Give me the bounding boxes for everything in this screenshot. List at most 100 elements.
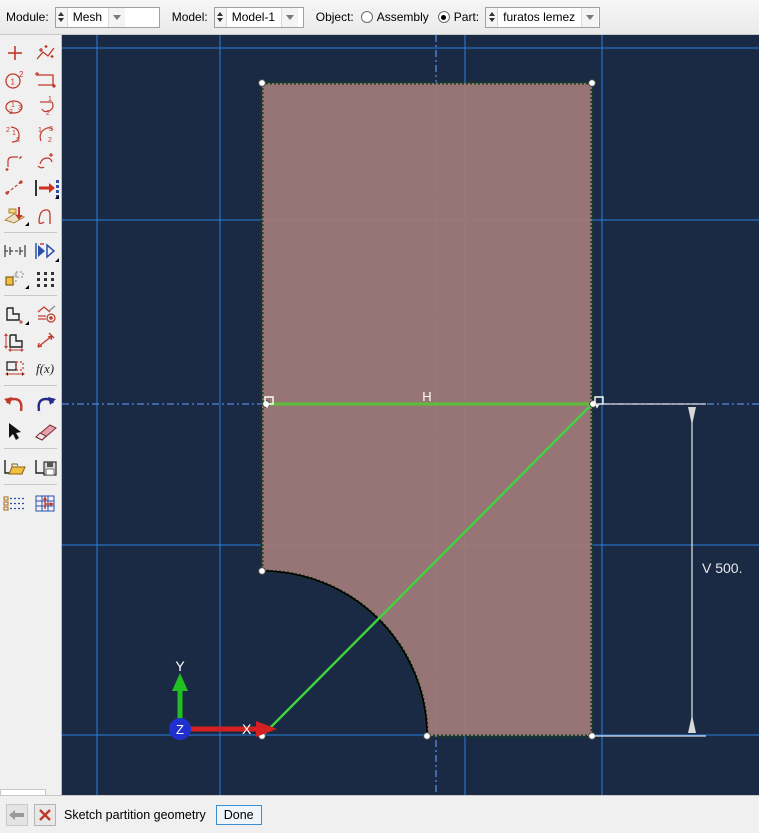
part-spinner[interactable]: [486, 7, 499, 27]
toolbox-row: [0, 417, 61, 444]
query-mesh-icon[interactable]: [31, 300, 62, 327]
module-combo[interactable]: Mesh: [54, 6, 160, 28]
cancel-x-icon[interactable]: [34, 803, 56, 826]
erase-icon[interactable]: [31, 417, 62, 444]
done-button[interactable]: Done: [215, 804, 262, 825]
toolbox-row: [0, 39, 61, 66]
object-label: Object:: [315, 10, 354, 24]
extrude-face-icon[interactable]: [0, 201, 31, 228]
mesh-part-icon[interactable]: [31, 264, 62, 291]
toolbox-row: 1 2 3 1 2: [0, 93, 61, 120]
prompt-message: Sketch partition geometry: [64, 807, 206, 822]
horizontal-constraint-label: H: [422, 389, 431, 404]
toolbox-row: [0, 489, 61, 516]
svg-text:1: 1: [38, 127, 42, 134]
svg-text:1: 1: [11, 77, 16, 86]
toolbox-separator: [4, 448, 57, 449]
undo-icon[interactable]: [0, 390, 31, 417]
svg-text:f(x): f(x): [36, 361, 54, 376]
svg-text:1: 1: [11, 102, 15, 109]
open-file-icon[interactable]: [0, 453, 31, 480]
svg-text:3: 3: [49, 126, 53, 133]
svg-text:3: 3: [18, 105, 22, 112]
part-combo[interactable]: furatos lemez: [485, 6, 601, 28]
toolbox-row: [0, 453, 61, 480]
vertex: [258, 567, 266, 575]
part-radio[interactable]: [437, 11, 450, 23]
toolbox-row: [0, 390, 61, 417]
chevron-down-icon[interactable]: [108, 7, 126, 27]
create-datum-point-offset-icon[interactable]: [31, 39, 62, 66]
grid-view-icon[interactable]: [31, 489, 62, 516]
part-value: furatos lemez: [503, 10, 576, 24]
module-value: Mesh: [72, 10, 103, 24]
model-label: Model:: [171, 10, 208, 24]
vertex: [588, 79, 596, 87]
toolbox-row: [0, 201, 61, 228]
toolbox-row: [0, 147, 61, 174]
module-label: Module:: [6, 10, 49, 24]
create-datum-axis-icon[interactable]: 1 2: [0, 66, 31, 93]
assembly-radio-group[interactable]: Assembly: [360, 10, 429, 24]
toolbox-row: [0, 237, 61, 264]
measure-distance-icon[interactable]: [31, 327, 62, 354]
part-label: Part:: [453, 10, 480, 24]
partition-face-icon[interactable]: 2 1 3: [0, 120, 31, 147]
assembly-radio[interactable]: [360, 11, 373, 23]
chevron-down-icon[interactable]: [581, 7, 599, 27]
mesh-controls-icon[interactable]: [31, 237, 62, 264]
axis-z-label: Z: [176, 722, 184, 737]
axis-triad: Z Y X: [169, 658, 277, 740]
abaqus-cae-window: Module: Mesh Model: Model-1 Object: Asse…: [0, 0, 759, 833]
sketch-canvas[interactable]: H V 500. Z Y X: [62, 35, 759, 795]
vertex: [423, 732, 431, 740]
redo-icon[interactable]: [31, 390, 62, 417]
create-datum-plane-icon[interactable]: [31, 66, 62, 93]
sweep-path-icon[interactable]: [31, 201, 62, 228]
module-toolbox: 1 2 1 2 3 1 2 2 1 3 1 3 2 f(x): [0, 35, 62, 795]
toolbox-separator: [4, 385, 57, 386]
module-spinner[interactable]: [55, 7, 68, 27]
model-value: Model-1: [231, 10, 276, 24]
function-fx-icon[interactable]: f(x): [31, 354, 62, 381]
vertical-dimension: [595, 403, 706, 737]
verify-mesh-icon[interactable]: [0, 300, 31, 327]
svg-text:1: 1: [48, 96, 52, 103]
partition-face-sketch-icon[interactable]: 1 3 2: [31, 120, 62, 147]
vertical-dimension-label[interactable]: V 500.: [702, 560, 742, 576]
save-file-icon[interactable]: [31, 453, 62, 480]
sketch-viewport[interactable]: H V 500. Z Y X: [62, 35, 759, 795]
partition-face-fill: [262, 83, 592, 736]
svg-text:2: 2: [9, 109, 13, 116]
model-spinner[interactable]: [214, 7, 227, 27]
prompt-bar: Sketch partition geometry Done: [0, 795, 759, 833]
vertex: [588, 732, 596, 740]
toolbox-row: [0, 327, 61, 354]
model-combo[interactable]: Model-1: [213, 6, 304, 28]
seed-edges-by-number-icon[interactable]: [31, 174, 62, 201]
partition-cell-extrude-icon[interactable]: [31, 147, 62, 174]
create-datum-point-icon[interactable]: [0, 39, 31, 66]
svg-text:2: 2: [46, 110, 50, 117]
partition-cell-icon[interactable]: [0, 147, 31, 174]
context-bar: Module: Mesh Model: Model-1 Object: Asse…: [0, 0, 759, 35]
assign-element-type-icon[interactable]: [0, 264, 31, 291]
element-size-icon[interactable]: [0, 354, 31, 381]
assembly-label: Assembly: [376, 10, 429, 24]
edit-mesh-icon[interactable]: [0, 327, 31, 354]
toolbox-row: 1 2: [0, 66, 61, 93]
chevron-down-icon[interactable]: [281, 7, 299, 27]
partition-edge-datum-icon[interactable]: [0, 174, 31, 201]
create-datum-axis-2pt-icon[interactable]: 1 2: [31, 93, 62, 120]
list-view-icon[interactable]: [0, 489, 31, 516]
toolbox-separator: [4, 484, 57, 485]
create-datum-csys-icon[interactable]: 1 2 3: [0, 93, 31, 120]
part-radio-group[interactable]: Part:: [437, 10, 480, 24]
back-arrow-icon[interactable]: [6, 803, 28, 826]
toolbox-separator: [4, 295, 57, 296]
seed-part-instance-icon[interactable]: [0, 237, 31, 264]
svg-text:2: 2: [6, 127, 10, 134]
axis-x-label: X: [242, 721, 252, 737]
select-arrow-icon[interactable]: [0, 417, 31, 444]
toolbox-row: 2 1 3 1 3 2: [0, 120, 61, 147]
